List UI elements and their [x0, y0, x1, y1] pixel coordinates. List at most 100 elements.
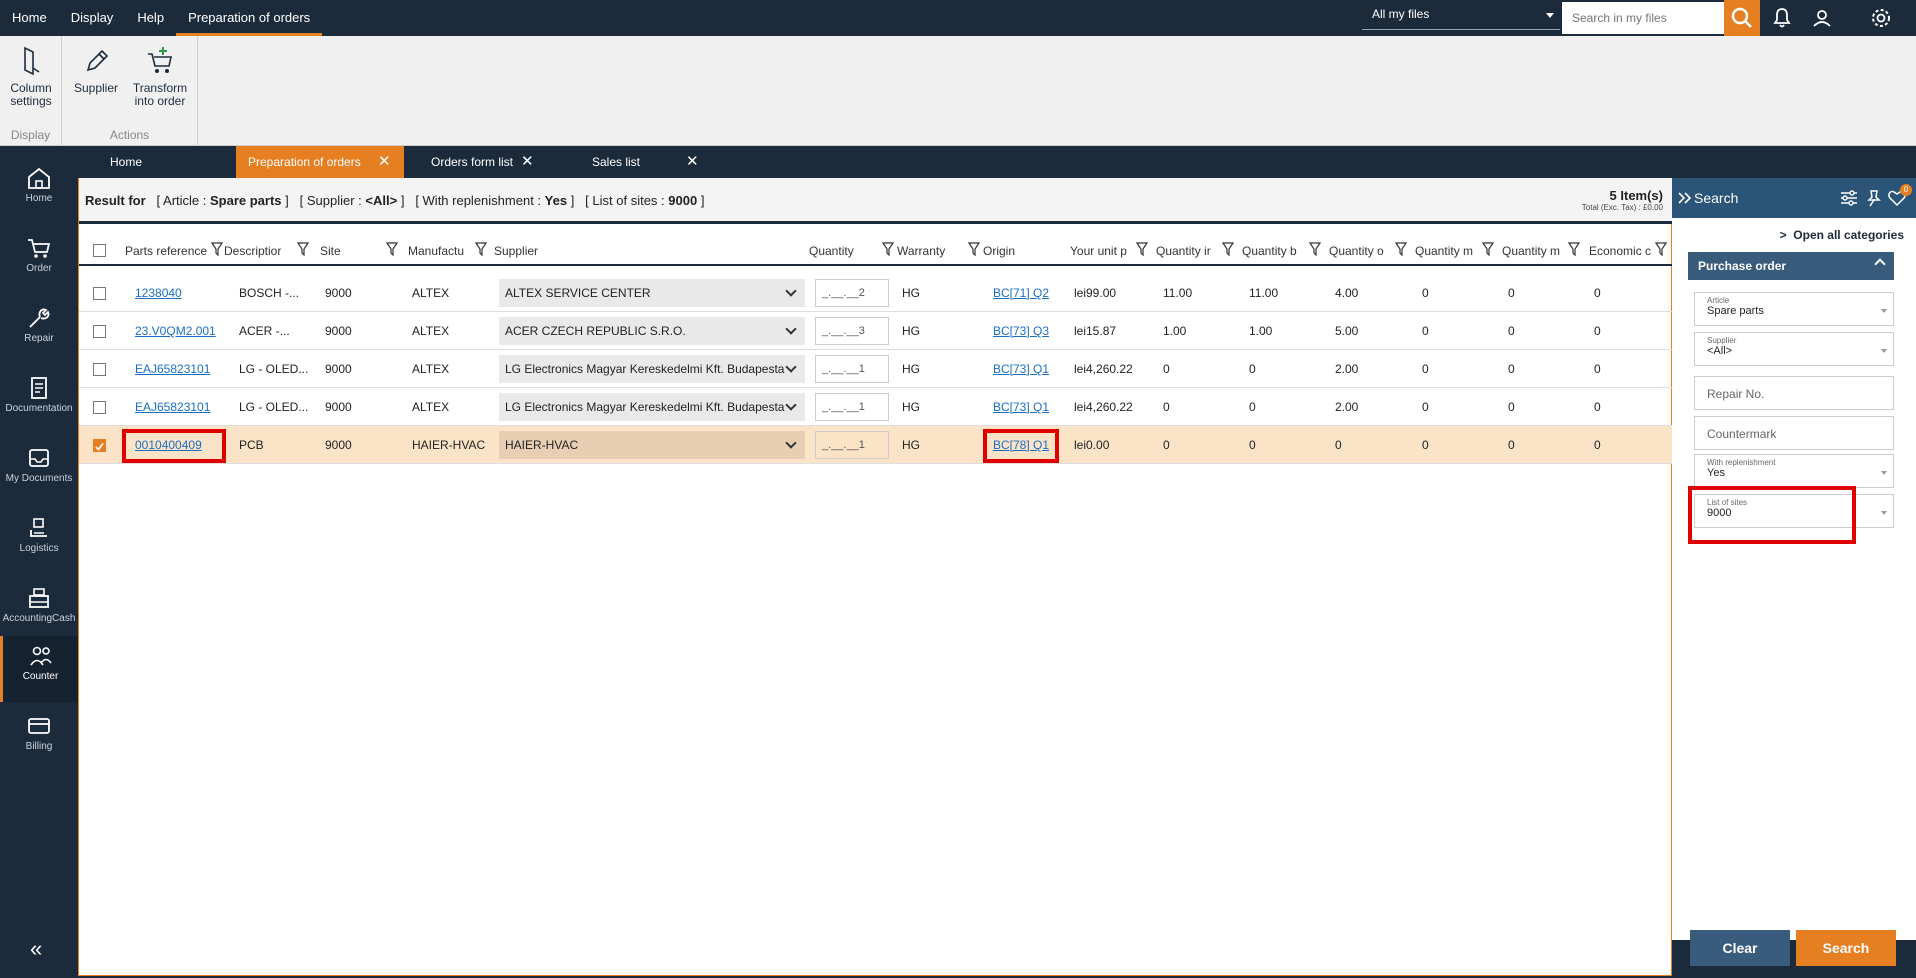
sliders-icon[interactable]: [1840, 190, 1858, 206]
row-checkbox[interactable]: [93, 401, 106, 414]
column-header[interactable]: Manufactu: [408, 244, 464, 258]
countermark-field[interactable]: Countermark: [1694, 416, 1894, 450]
user-icon[interactable]: [1810, 6, 1834, 30]
column-header[interactable]: Descriptior: [224, 244, 281, 258]
parts-reference-link[interactable]: 23.V0QM2.001: [135, 324, 216, 338]
filter-icon[interactable]: [1309, 242, 1321, 256]
filter-icon[interactable]: [386, 242, 398, 256]
column-header[interactable]: Quantity b: [1242, 244, 1297, 258]
table-row[interactable]: 23.V0QM2.001 ACER -... 9000 ALTEX ACER CZECH…: [79, 312, 1673, 350]
bell-icon[interactable]: [1770, 6, 1794, 30]
nav-logistics[interactable]: Logistics: [0, 508, 78, 574]
column-header[interactable]: Parts reference: [125, 244, 207, 258]
table-row[interactable]: EAJ65823101 LG - OLED... 9000 ALTEX LG Elect…: [79, 350, 1673, 388]
files-scope-select[interactable]: All my files: [1362, 3, 1560, 30]
filter-icon[interactable]: [1395, 242, 1407, 256]
close-icon[interactable]: ✕: [521, 146, 534, 178]
supplier-select[interactable]: ALTEX SERVICE CENTER: [499, 279, 805, 307]
filter-icon[interactable]: [297, 242, 309, 256]
filter-icon[interactable]: [475, 242, 487, 256]
column-header[interactable]: Quantity: [809, 244, 854, 258]
select-all-checkbox[interactable]: [93, 244, 106, 257]
quantity-input[interactable]: _.__.__3: [815, 317, 889, 345]
supplier-select[interactable]: HAIER-HVAC: [499, 431, 805, 459]
table-row[interactable]: EAJ65823101 LG - OLED... 9000 ALTEX LG Elect…: [79, 388, 1673, 426]
clear-button[interactable]: Clear: [1690, 930, 1790, 966]
table-row[interactable]: 1238040 BOSCH -... 9000 ALTEX ALTEX SERVICE …: [79, 274, 1673, 312]
transform-into-order-button[interactable]: Transform into order: [128, 46, 192, 108]
quantity-input[interactable]: _.__.__1: [815, 393, 889, 421]
article-field[interactable]: Article Spare parts: [1694, 292, 1894, 326]
menu-display[interactable]: Display: [59, 0, 126, 36]
tab-preparation-of-orders[interactable]: Preparation of orders ✕: [236, 146, 404, 178]
supplier-select[interactable]: LG Electronics Magyar Kereskedelmi Kft. …: [499, 393, 805, 421]
filter-icon[interactable]: [211, 242, 223, 256]
table-row[interactable]: 0010400409 PCB 9000 HAIER-HVAC HAIER-HVAC _._…: [79, 426, 1673, 464]
supplier-select[interactable]: ACER CZECH REPUBLIC S.R.O.: [499, 317, 805, 345]
origin-link[interactable]: BC[73] Q3: [993, 324, 1049, 338]
origin-link[interactable]: BC[73] Q1: [993, 362, 1049, 376]
filter-icon[interactable]: [1482, 242, 1494, 256]
filter-icon[interactable]: [1655, 242, 1667, 256]
column-header[interactable]: Economic c: [1589, 244, 1651, 258]
column-header[interactable]: Supplier: [494, 244, 538, 258]
parts-reference-link[interactable]: EAJ65823101: [135, 400, 210, 414]
nav-counter[interactable]: Counter: [0, 636, 78, 702]
filter-icon[interactable]: [1136, 242, 1148, 256]
row-checkbox[interactable]: [93, 363, 106, 376]
tab-orders-form-list[interactable]: Orders form list ✕: [419, 146, 581, 178]
menu-home[interactable]: Home: [0, 0, 59, 36]
column-header[interactable]: Your unit p: [1070, 244, 1127, 258]
filter-icon[interactable]: [1568, 242, 1580, 256]
supplier-button[interactable]: Supplier: [68, 46, 124, 95]
column-header[interactable]: Warranty: [897, 244, 945, 258]
column-header[interactable]: Quantity o: [1329, 244, 1384, 258]
row-checkbox[interactable]: [93, 325, 106, 338]
supplier-select[interactable]: LG Electronics Magyar Kereskedelmi Kft. …: [499, 355, 805, 383]
close-icon[interactable]: ✕: [686, 146, 699, 178]
parts-reference-link[interactable]: EAJ65823101: [135, 362, 210, 376]
nav-accountingcash[interactable]: AccountingCash: [0, 578, 78, 644]
column-header[interactable]: Quantity m: [1502, 244, 1560, 258]
column-header[interactable]: Site: [320, 244, 341, 258]
quantity-input[interactable]: _.__.__1: [815, 355, 889, 383]
origin-link[interactable]: BC[73] Q1: [993, 400, 1049, 414]
purchase-order-section[interactable]: Purchase order: [1688, 252, 1894, 280]
quantity-input[interactable]: _.__.__1: [815, 431, 889, 459]
pin-icon[interactable]: [1866, 189, 1882, 207]
nav-billing[interactable]: Billing: [0, 706, 78, 772]
origin-link[interactable]: BC[71] Q2: [993, 286, 1049, 300]
open-all-categories[interactable]: > Open all categories: [1780, 228, 1904, 242]
parts-reference-link[interactable]: 1238040: [135, 286, 182, 300]
gear-icon[interactable]: [1869, 6, 1893, 30]
search-input[interactable]: [1562, 2, 1724, 34]
tab-home[interactable]: Home: [98, 146, 254, 178]
column-settings-button[interactable]: Column settings: [4, 46, 58, 108]
column-header[interactable]: Quantity m: [1415, 244, 1473, 258]
nav-repair[interactable]: Repair: [0, 298, 78, 364]
filter-icon[interactable]: [968, 242, 980, 256]
nav-home[interactable]: Home: [0, 158, 78, 224]
tab-sales-list[interactable]: Sales list ✕: [580, 146, 700, 178]
row-checkbox[interactable]: [93, 287, 106, 300]
panel-search-button[interactable]: Search: [1796, 930, 1896, 966]
menu-preparation-of-orders[interactable]: Preparation of orders: [176, 0, 323, 36]
chevron-double-right-icon[interactable]: [1678, 192, 1692, 204]
column-header[interactable]: Quantity ir: [1156, 244, 1211, 258]
filter-icon[interactable]: [882, 242, 894, 256]
quantity-input[interactable]: _.__.__2: [815, 279, 889, 307]
collapse-sidebar-icon[interactable]: «: [30, 936, 42, 962]
repair-no-field[interactable]: Repair No.: [1694, 376, 1894, 410]
nav-order[interactable]: Order: [0, 228, 78, 294]
column-header[interactable]: Origin: [983, 244, 1015, 258]
supplier-field[interactable]: Supplier <All>: [1694, 332, 1894, 366]
chevron-up-icon[interactable]: [1874, 258, 1886, 270]
nav-my-documents[interactable]: My Documents: [0, 438, 78, 504]
menu-help[interactable]: Help: [125, 0, 176, 36]
row-checkbox[interactable]: [93, 439, 106, 452]
close-icon[interactable]: ✕: [378, 146, 391, 178]
filter-icon[interactable]: [1222, 242, 1234, 256]
search-button[interactable]: [1724, 0, 1760, 36]
with-replenishment-field[interactable]: With replenishment Yes: [1694, 454, 1894, 488]
nav-documentation[interactable]: Documentation: [0, 368, 78, 434]
